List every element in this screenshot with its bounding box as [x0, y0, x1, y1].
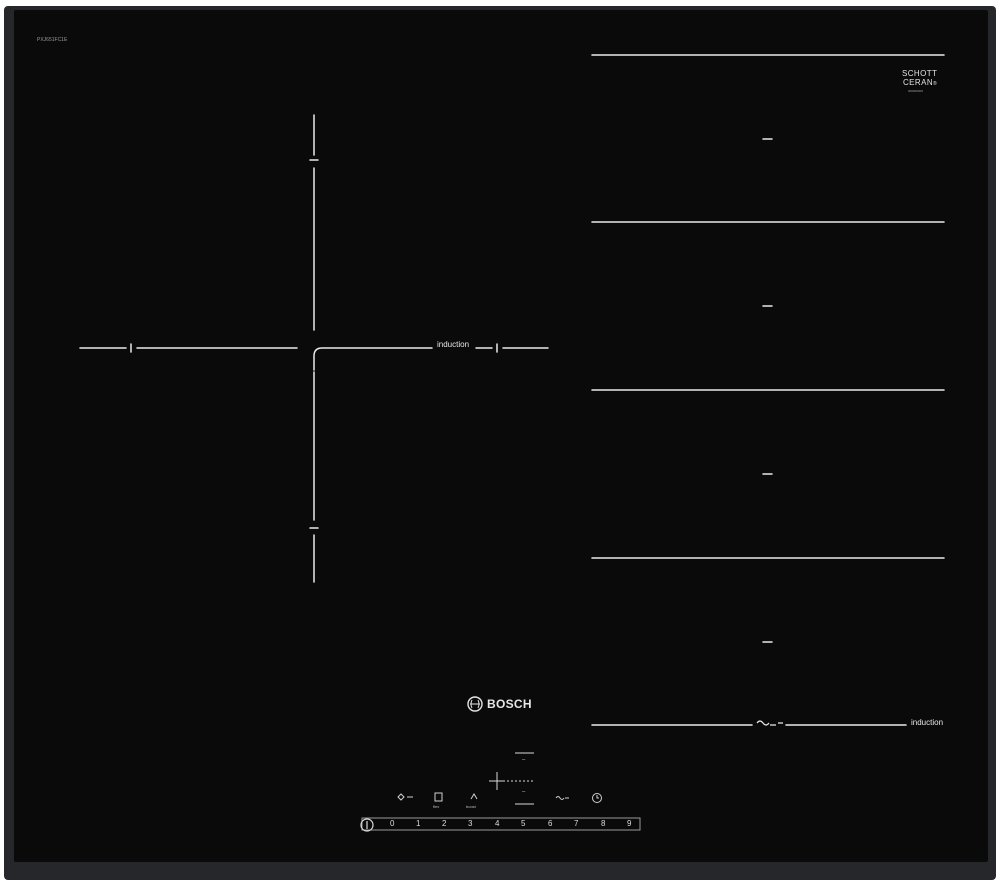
power-level-4[interactable]: 4	[495, 819, 499, 828]
flex-zone-corner	[313, 347, 433, 371]
schott-logo-small: 000000000	[908, 89, 924, 93]
power-button[interactable]	[358, 814, 376, 834]
power-level-6[interactable]: 6	[548, 819, 552, 828]
boost-button[interactable]	[464, 789, 484, 805]
move-button[interactable]	[552, 791, 572, 805]
power-level-1[interactable]: 1	[416, 819, 420, 828]
schott-logo-line1: SCHOTT	[902, 69, 938, 78]
power-level-8[interactable]: 8	[601, 819, 605, 828]
timer-button[interactable]	[589, 790, 605, 806]
flex-button[interactable]	[430, 789, 448, 805]
power-level-7[interactable]: 7	[574, 819, 578, 828]
power-level-0[interactable]: 0	[390, 819, 394, 828]
brand-logo: BOSCH	[487, 697, 532, 711]
minus-mark: –	[522, 789, 526, 795]
schott-logo-line2: CERAN®	[903, 78, 938, 88]
move-function-icon	[756, 720, 783, 726]
power-level-2[interactable]: 2	[442, 819, 446, 828]
plus-mark: –	[522, 757, 526, 763]
induction-label-left: induction	[437, 340, 470, 349]
power-level-5[interactable]: 5	[521, 819, 525, 828]
model-code: PXJ651FC1E	[37, 37, 68, 43]
power-level-3[interactable]: 3	[468, 819, 472, 828]
zone-markings	[79, 54, 945, 832]
induction-label-right: induction	[911, 718, 944, 727]
power-level-9[interactable]: 9	[627, 819, 631, 828]
childlock-button[interactable]	[392, 790, 416, 804]
